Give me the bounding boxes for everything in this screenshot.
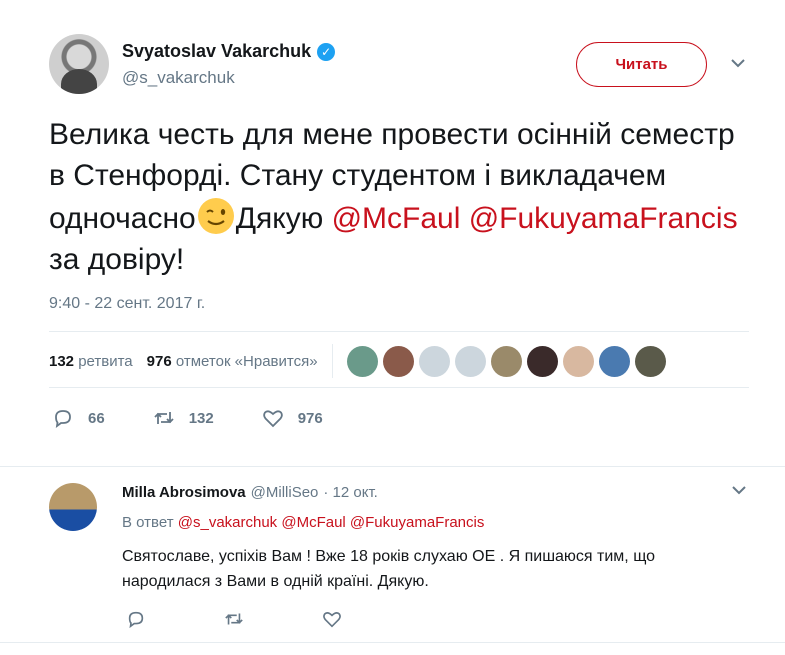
tweet-text-part2: Дякую xyxy=(235,202,332,235)
divider xyxy=(49,387,749,388)
tweet-timestamp[interactable]: 9:40 - 22 сент. 2017 г. xyxy=(49,295,205,313)
tweet-actions: 66 132 976 xyxy=(52,407,371,429)
reply-action[interactable]: 66 xyxy=(52,407,105,429)
author-name[interactable]: Svyatoslav Vakarchuk xyxy=(122,41,311,62)
reply-author-handle[interactable]: @MilliSeo xyxy=(251,484,319,501)
heart-icon xyxy=(262,410,283,428)
tweet-header: Svyatoslav Vakarchuk ✓ @s_vakarchuk Чита… xyxy=(49,34,759,100)
mention-mcfaul[interactable]: @McFaul xyxy=(332,202,461,235)
engagement-stats: 132 ретвита 976 отметок «Нравится» xyxy=(49,344,749,378)
retweets-count: 132 xyxy=(49,352,75,370)
liker-avatar[interactable] xyxy=(418,345,450,377)
reply-context: В ответ @s_vakarchuk @McFaul @FukuyamaFr… xyxy=(122,514,484,531)
retweets-stat[interactable]: 132 ретвита xyxy=(49,353,133,370)
reply-text: Святославе, успіхів Вам ! Вже 18 років с… xyxy=(122,548,656,590)
reply-icon xyxy=(55,410,71,429)
retweet-count: 132 xyxy=(188,409,214,427)
liker-avatar[interactable] xyxy=(598,345,630,377)
verified-badge-icon: ✓ xyxy=(317,42,336,61)
divider xyxy=(49,331,749,332)
author-avatar[interactable] xyxy=(49,34,109,94)
divider xyxy=(0,642,785,643)
retweet-icon[interactable] xyxy=(224,609,244,629)
reply-tweet[interactable]: Milla Abrosimova @MilliSeo · 12 окт. В о… xyxy=(0,467,785,642)
stats-separator xyxy=(331,344,333,378)
liker-avatar[interactable] xyxy=(382,345,414,377)
winking-face-emoji-icon xyxy=(196,196,236,236)
likes-stat[interactable]: 976 отметок «Нравится» xyxy=(147,353,318,370)
tweet-text: Велика честь для мене провести осінній с… xyxy=(49,114,739,280)
reply-actions xyxy=(126,609,342,629)
retweets-label: ретвита xyxy=(78,352,133,370)
like-action[interactable]: 976 xyxy=(262,407,323,429)
liker-avatar[interactable] xyxy=(454,345,486,377)
likes-count: 976 xyxy=(146,352,172,370)
chevron-down-icon[interactable] xyxy=(729,54,749,74)
retweet-icon xyxy=(154,412,174,424)
author-handle[interactable]: @s_vakarchuk xyxy=(122,68,235,88)
liker-avatar[interactable] xyxy=(490,345,522,377)
chevron-down-icon[interactable] xyxy=(730,481,748,504)
liker-avatar[interactable] xyxy=(346,345,378,377)
reply-meta: Milla Abrosimova @MilliSeo · 12 окт. xyxy=(122,484,378,501)
reply-icon[interactable] xyxy=(126,609,146,629)
liker-avatar[interactable] xyxy=(526,345,558,377)
retweet-action[interactable]: 132 xyxy=(153,407,214,429)
reply-count: 66 xyxy=(88,409,105,427)
author-name-row: Svyatoslav Vakarchuk ✓ xyxy=(122,41,336,62)
reply-author-avatar[interactable] xyxy=(49,483,97,531)
likes-label: отметок «Нравится» xyxy=(175,352,318,370)
reply-to-label: В ответ xyxy=(122,514,174,531)
likers-avatars xyxy=(346,345,666,377)
like-count: 976 xyxy=(297,409,323,427)
follow-button[interactable]: Читать xyxy=(576,42,707,87)
reply-to-mentions[interactable]: @s_vakarchuk @McFaul @FukuyamaFrancis xyxy=(178,514,485,531)
tweet-text-part3: за довіру! xyxy=(49,243,185,276)
liker-avatar[interactable] xyxy=(634,345,666,377)
reply-date[interactable]: · 12 окт. xyxy=(323,484,377,501)
reply-author-name[interactable]: Milla Abrosimova xyxy=(122,484,246,501)
heart-icon[interactable] xyxy=(322,609,342,629)
liker-avatar[interactable] xyxy=(562,345,594,377)
mention-fukuyamafrancis[interactable]: @FukuyamaFrancis xyxy=(469,202,738,235)
